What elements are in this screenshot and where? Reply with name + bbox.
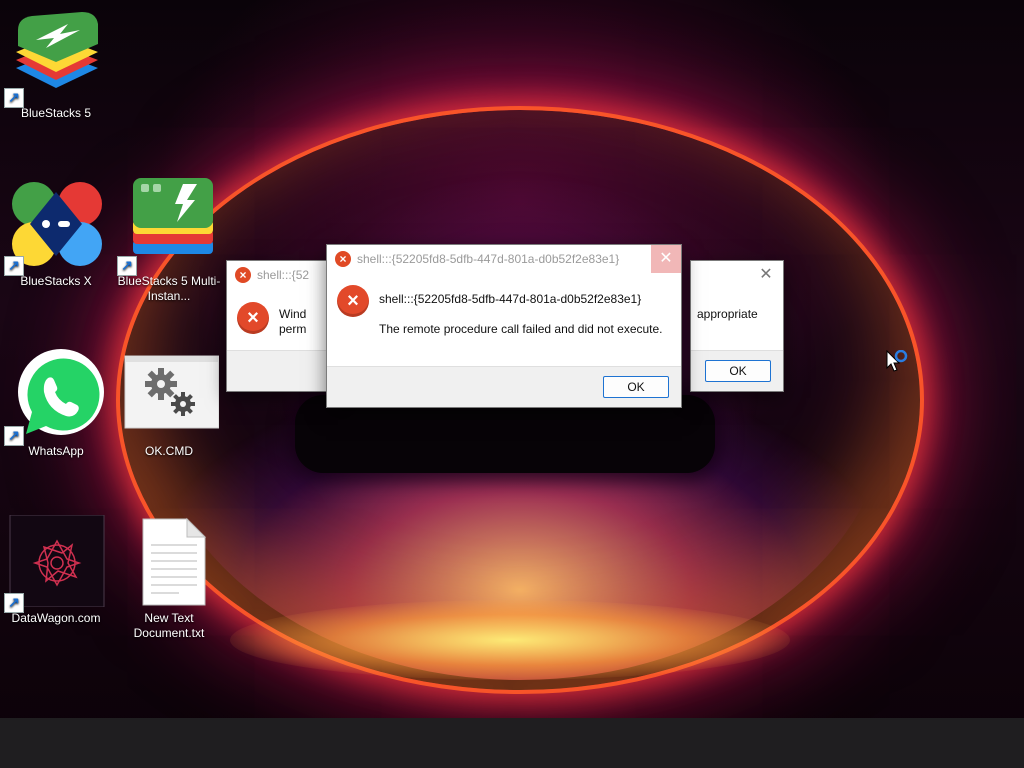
dialog-message-title: shell:::{52205fd8-5dfb-447d-801a-d0b52f2…	[379, 292, 642, 306]
dialog-footer	[227, 350, 337, 391]
dialog-message-line: Wind	[279, 307, 307, 321]
datawagon-icon: ↗	[4, 514, 106, 613]
close-icon[interactable]: ✕	[651, 245, 681, 273]
error-x-icon: ×	[237, 302, 269, 334]
desktop-icon-label: BlueStacks 5	[20, 106, 92, 120]
desktop-icon-bluestacks5-multi[interactable]: ↗ BlueStacks 5 Multi-Instan...	[114, 178, 224, 304]
ok-button[interactable]: OK	[603, 376, 669, 398]
whatsapp-icon: ↗	[4, 348, 106, 446]
error-x-icon: ×	[337, 285, 369, 317]
dialog-titlebar: ✕	[691, 261, 783, 289]
error-dialog-right[interactable]: ✕ appropriate OK	[690, 260, 784, 392]
desktop-icon-okcmd[interactable]: OK.CMD	[114, 348, 224, 459]
dialog-title: shell:::{52205fd8-5dfb-447d-801a-d0b52f2…	[357, 252, 620, 266]
text-file-icon	[119, 515, 219, 607]
dialog-footer: OK	[327, 366, 681, 407]
dialog-titlebar: × shell:::{52205fd8-5dfb-447d-801a-d0b52…	[327, 245, 681, 273]
desktop-icon-new-text-document[interactable]: New Text Document.txt	[114, 515, 224, 641]
shortcut-arrow-icon: ↗	[117, 256, 137, 276]
bluestacks-multi-instance-icon: ↗	[117, 178, 219, 276]
busy-cursor-icon	[886, 349, 912, 381]
close-icon[interactable]: ✕	[751, 261, 781, 289]
desktop-icon-datawagon[interactable]: ↗ DataWagon.com	[1, 514, 111, 626]
dialog-message: appropriate	[697, 307, 758, 321]
dialog-message: Wind perm	[279, 307, 306, 337]
error-dialog-left[interactable]: × shell:::{52 × Wind perm	[226, 260, 338, 392]
shortcut-arrow-icon: ↗	[4, 256, 24, 276]
desktop-icon-label: WhatsApp	[28, 444, 84, 458]
shortcut-arrow-icon: ↗	[4, 426, 24, 446]
desktop-icon-label: DataWagon.com	[11, 611, 101, 625]
dialog-titlebar: × shell:::{52	[227, 261, 337, 289]
desktop-icon-label: New Text Document.txt	[133, 611, 205, 640]
desktop-icon-bluestacksx[interactable]: ↗ BlueStacks X	[1, 178, 111, 289]
desktop-icon-label: BlueStacks 5 Multi-Instan...	[117, 274, 221, 303]
bluestacks5-icon: ↗	[4, 10, 106, 108]
desktop-icon-whatsapp[interactable]: ↗ WhatsApp	[1, 348, 111, 459]
dialog-message-body: The remote procedure call failed and did…	[379, 322, 663, 336]
desktop-icon-bluestacks5[interactable]: ↗ BlueStacks 5	[1, 10, 111, 121]
bluestacksx-icon: ↗	[4, 178, 106, 276]
shortcut-arrow-icon: ↗	[4, 593, 24, 613]
dialog-title: shell:::{52	[257, 268, 310, 282]
error-dialog-main[interactable]: × shell:::{52205fd8-5dfb-447d-801a-d0b52…	[326, 244, 682, 408]
cmd-file-icon	[119, 348, 220, 440]
taskbar	[0, 718, 1024, 768]
dialog-message-line: perm	[279, 322, 307, 336]
desktop-icon-label: OK.CMD	[145, 444, 193, 458]
desktop-icon-label: BlueStacks X	[20, 274, 92, 288]
wallpaper-glow-bottom	[230, 600, 790, 680]
error-x-icon: ×	[335, 251, 351, 267]
dialog-footer: OK	[691, 350, 783, 391]
ok-button[interactable]: OK	[705, 360, 771, 382]
error-x-icon: ×	[235, 267, 251, 283]
shortcut-arrow-icon: ↗	[4, 88, 24, 108]
